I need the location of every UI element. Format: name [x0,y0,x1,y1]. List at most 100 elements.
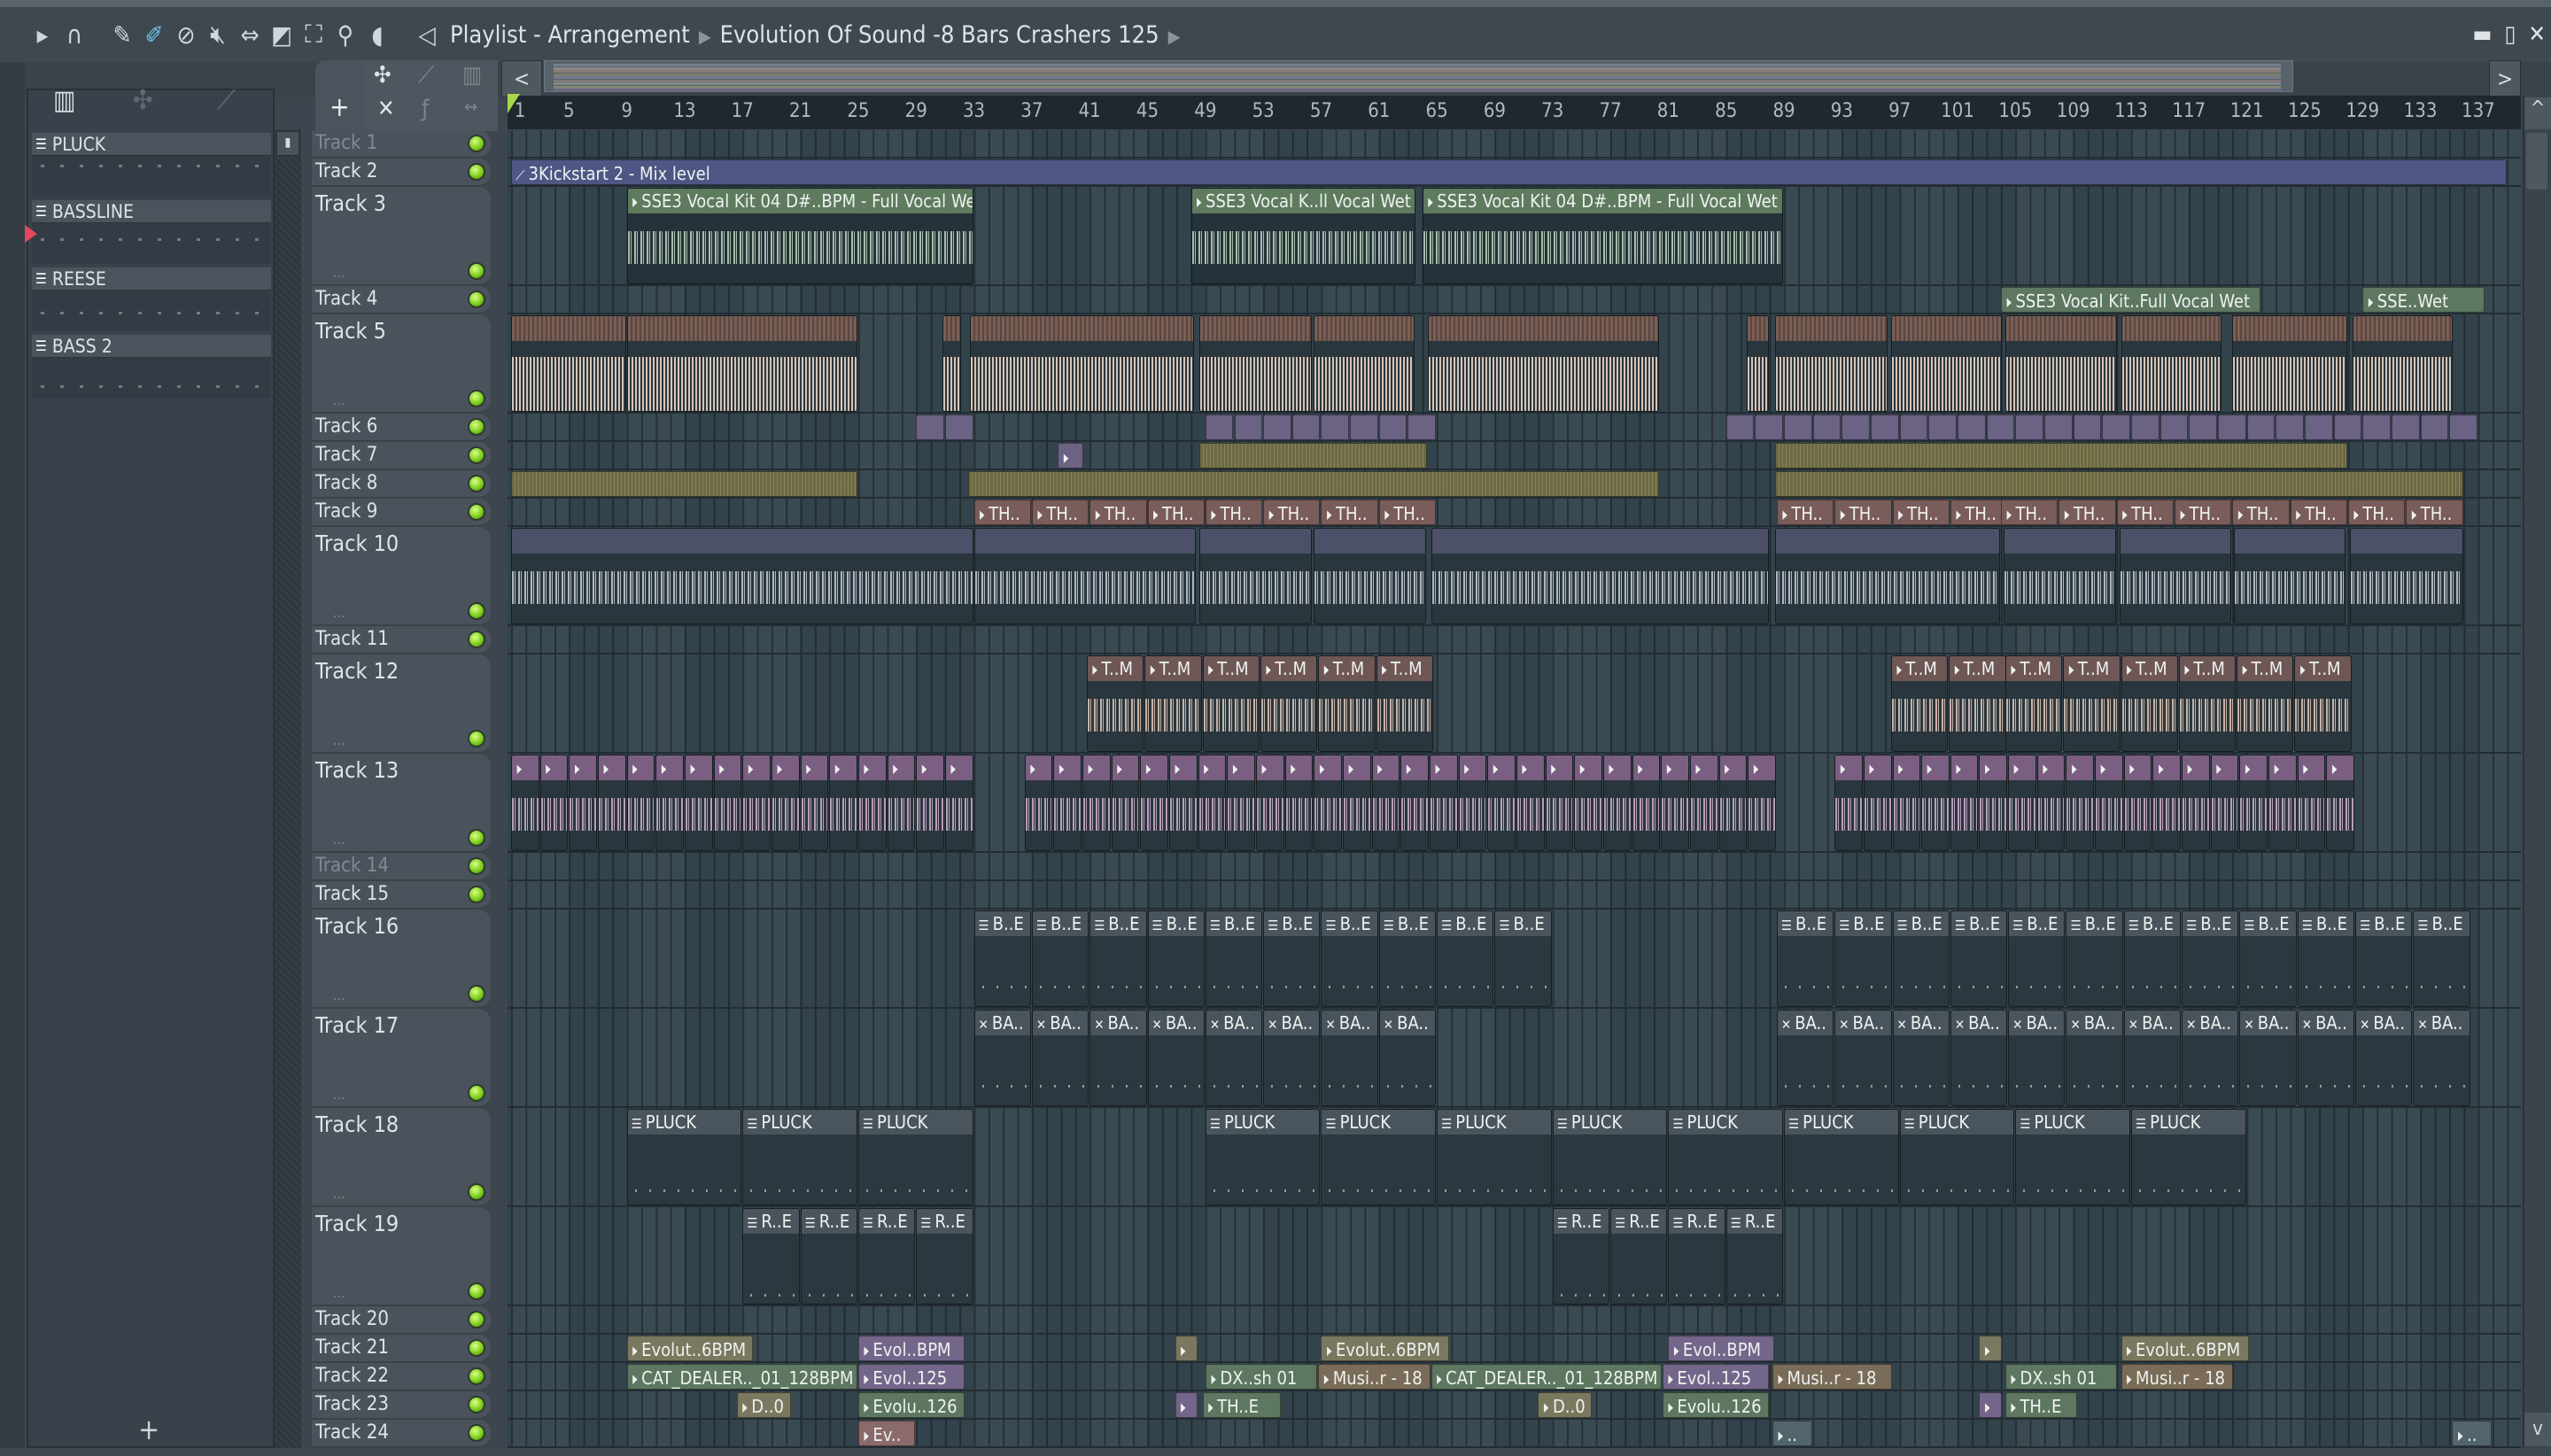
clip-header[interactable] [2247,415,2275,439]
clip-header[interactable]: ⏵ [2153,755,2181,780]
clip-header[interactable] [1776,472,2462,496]
pencil-icon[interactable]: ✎ [106,17,138,52]
clip[interactable]: ✕ BA.. [1776,1010,1834,1106]
track-header[interactable]: Track 5... [312,314,491,414]
clip[interactable]: ⏵ TH.. [973,500,1031,525]
clip-header[interactable]: ☰ R..E [1611,1209,1667,1234]
pattern-filter-icon[interactable]: ▥ [462,62,482,89]
clip-header[interactable]: ⏵ [772,755,799,780]
clip[interactable]: ⏵ D..0 [736,1392,791,1418]
clip-header[interactable]: ⏵ T..M [2005,656,2062,681]
clip-header[interactable]: ☰ B..E [1322,911,1377,936]
scroll-right-button[interactable]: > [2489,60,2521,97]
clip[interactable]: ☰ B..E [1776,910,1834,1007]
timeline-ruler[interactable]: 1 5 9 13 17 21 25 29 33 37 41 45 49 53 57 61 65 69 73 77 81 8… [508,96,2521,129]
clip[interactable]: ⏵ Evol..125 [857,1364,965,1390]
track-options-icon[interactable]: ... [333,1185,345,1202]
clip-header[interactable] [2450,415,2477,439]
clip-header[interactable]: ⏵ [1546,755,1573,780]
clip-header[interactable]: ⏵.. [1772,1421,1811,1445]
clip-header[interactable] [942,316,961,341]
clip-header[interactable]: ⏵ CAT_DEALER.._01_128BPM [1431,1365,1661,1389]
pattern-header[interactable]: ☰ REESE [32,267,271,290]
clip-header[interactable] [2004,529,2115,554]
clip[interactable]: ✕ BA.. [1378,1010,1437,1106]
clip-header[interactable] [2305,415,2332,439]
clip[interactable] [1775,471,2463,497]
clip-header[interactable]: ☰ B..E [2124,911,2181,936]
track-options-icon[interactable]: ... [333,264,345,281]
track-enable-toggle[interactable] [468,503,485,521]
clip-header[interactable]: ⏵ DX..sh 01 [1206,1365,1317,1389]
track-name[interactable]: Track 11 [315,628,389,650]
track-name[interactable]: Track 22 [315,1365,389,1387]
clip[interactable]: ⏵ T..M [1144,655,1202,752]
track-header[interactable]: Track 13... [312,754,491,853]
clip[interactable]: ⏵ TH..E [2004,1392,2077,1418]
clip[interactable]: ⏵ Evolut..6BPM [2121,1336,2249,1361]
clip-header[interactable] [1842,415,1870,439]
clip-header[interactable]: ⏵ TH.. [1148,500,1204,524]
clip-header[interactable]: ⏵ TH.. [1322,500,1377,524]
clip-header[interactable]: ✕ BA.. [1090,1011,1146,1035]
clip[interactable] [1291,414,1321,440]
track-header[interactable]: Track 22 [312,1363,491,1391]
clip-header[interactable]: ⏵ SSE3 Vocal Kit 04 D#..BPM - Full Vocal … [627,189,973,213]
track-name[interactable]: Track 5 [315,318,386,344]
track-name[interactable]: Track 3 [315,190,386,216]
clip[interactable]: ⏵ [2239,755,2268,851]
clip-header[interactable] [2016,415,2043,439]
clip[interactable]: ⏵ [1602,755,1632,851]
clip[interactable]: ☰ B..E [2355,910,2413,1007]
clip-header[interactable]: ⏵ [1256,755,1283,780]
clip[interactable]: ⏵ [1574,755,1602,851]
clip-header[interactable]: ✕ BA.. [1950,1011,2007,1035]
clip-header[interactable]: ⏵ [1575,755,1601,780]
clip-header[interactable]: ⏵ [1285,755,1313,780]
clip[interactable] [511,528,973,624]
pattern-header[interactable]: ☰ BASS 2 [32,335,271,358]
playlist-overview[interactable] [544,60,2293,92]
track-enable-toggle[interactable] [468,390,485,407]
clip[interactable]: ☰ R..E [742,1208,800,1305]
clip-header[interactable]: ⏵ SSE3 Vocal Kit 04 D#..BPM - Full Vocal … [1423,189,1783,213]
clip-header[interactable]: ⏵ CAT_DEALER.._01_128BPM [627,1365,857,1389]
clip-header[interactable] [1200,316,1311,341]
clip-header[interactable]: ✕ BA.. [1379,1011,1436,1035]
clip-header[interactable]: ⏵.. [2453,1421,2492,1445]
clip-header[interactable] [1200,444,1427,468]
clip-header[interactable]: ⏵ Ev.. [858,1421,915,1445]
clip-header[interactable]: ☰ R..E [1726,1209,1783,1234]
clip[interactable]: ⏵ [569,755,597,851]
clip[interactable]: ⏵ [1979,755,2008,851]
clip-header[interactable] [2074,415,2101,439]
clip[interactable]: ✕ BA.. [973,1010,1031,1106]
clip-header[interactable]: ☰ R..E [801,1209,857,1234]
clip-header[interactable] [1322,415,1349,439]
clip-header[interactable] [2218,415,2245,439]
clip-header[interactable]: ⏵ TH.. [2001,500,2058,524]
clip-header[interactable]: ⏵ T..M [2179,656,2236,681]
clip[interactable] [2276,414,2304,440]
clip-header[interactable]: ✕ BA.. [974,1011,1030,1035]
clip[interactable] [511,471,857,497]
track-options-icon[interactable]: ... [333,831,345,848]
clip[interactable]: ⏵ T..M [1318,655,1376,752]
paint-icon[interactable]: ✐ [138,17,170,52]
clip-header[interactable]: ⏵ Evolu..126 [858,1393,964,1417]
clip-header[interactable]: ☰ B..E [2066,911,2122,936]
clip[interactable] [1842,414,1871,440]
track-name[interactable]: Track 8 [315,472,377,494]
clip[interactable] [1890,315,2002,412]
clip[interactable] [1775,315,1888,412]
clip[interactable] [1314,315,1415,412]
clip-header[interactable]: ☰ R..E [743,1209,799,1234]
clip[interactable]: ✕ BA.. [1263,1010,1321,1106]
track-enable-toggle[interactable] [468,1339,485,1357]
clip[interactable]: ⏵ T..M [2121,655,2178,752]
clip-header[interactable]: ⏵ [1748,755,1775,780]
clip[interactable]: ⏵.. [2452,1421,2493,1446]
track-name[interactable]: Track 16 [315,913,399,939]
clip-header[interactable]: ☰ B..E [1148,911,1204,936]
pattern-header[interactable]: ☰ PLUCK [32,133,271,156]
